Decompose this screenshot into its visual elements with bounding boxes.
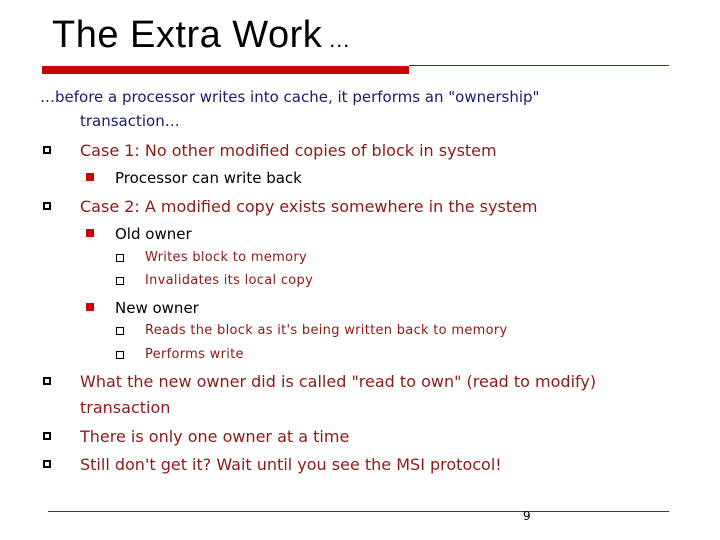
bullet-msi: Still don't get it? Wait until you see t… xyxy=(80,455,502,474)
bullet-one-owner: There is only one owner at a time xyxy=(80,427,350,446)
page-number: 9 xyxy=(523,509,531,523)
hollow-square-bullet-icon xyxy=(116,351,124,359)
title-underline-thin xyxy=(409,65,669,66)
bullet-old-owner: Old owner xyxy=(115,225,192,243)
title-underline-thick xyxy=(42,66,409,74)
bullet-writes-block: Writes block to memory xyxy=(145,250,307,265)
hollow-square-bullet-icon xyxy=(116,277,124,285)
hollow-square-bullet-icon xyxy=(43,146,51,154)
hollow-square-bullet-icon xyxy=(43,460,51,468)
hollow-square-bullet-icon xyxy=(116,254,124,262)
bullet-invalidates: Invalidates its local copy xyxy=(145,273,314,288)
slide-title: The Extra Work… xyxy=(52,14,351,57)
red-square-bullet-icon xyxy=(86,173,94,181)
bullet-read-to-own: What the new owner did is called "read t… xyxy=(80,372,597,391)
bullet-case-1: Case 1: No other modified copies of bloc… xyxy=(80,141,497,160)
hollow-square-bullet-icon xyxy=(43,377,51,385)
footer-rule xyxy=(48,511,669,512)
bullet-read-to-own-cont: transaction xyxy=(80,398,171,417)
bullet-performs-write: Performs write xyxy=(145,347,244,362)
intro-line-1: …before a processor writes into cache, i… xyxy=(40,88,540,106)
title-text: The Extra Work xyxy=(52,14,323,56)
hollow-square-bullet-icon xyxy=(43,432,51,440)
red-square-bullet-icon xyxy=(86,229,94,237)
bullet-new-owner: New owner xyxy=(115,299,199,317)
bullet-processor-write-back: Processor can write back xyxy=(115,169,302,187)
bullet-case-2: Case 2: A modified copy exists somewhere… xyxy=(80,197,538,216)
red-square-bullet-icon xyxy=(86,303,94,311)
intro-line-2: transaction… xyxy=(80,112,180,130)
title-ellipsis: … xyxy=(328,27,351,52)
hollow-square-bullet-icon xyxy=(116,327,124,335)
hollow-square-bullet-icon xyxy=(43,202,51,210)
bullet-reads-block: Reads the block as it's being written ba… xyxy=(145,323,508,338)
